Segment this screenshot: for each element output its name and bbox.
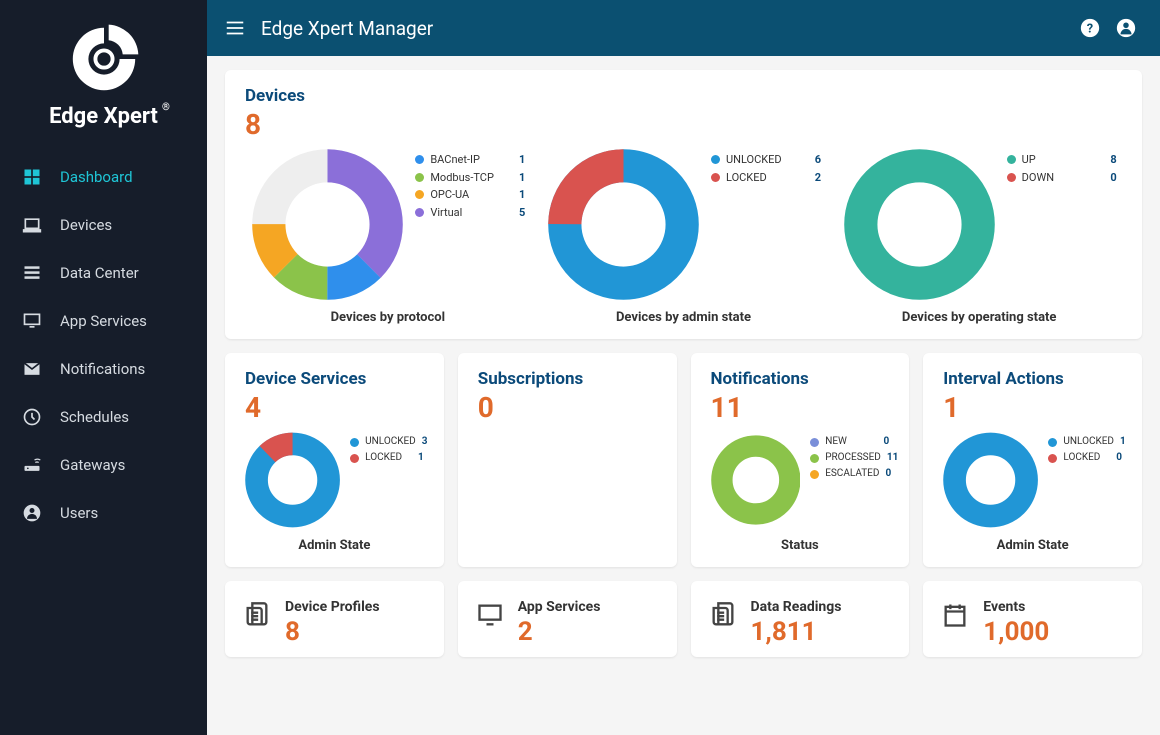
stat-cards-row: Device Profiles 8 App Services 2 Data Re…: [225, 581, 1142, 657]
sidebar-item-users[interactable]: Users: [0, 489, 207, 537]
card-total: 0: [478, 391, 657, 424]
sidebar-item-devices[interactable]: Devices: [0, 201, 207, 249]
subscriptions-card: Subscriptions 0: [458, 353, 677, 567]
sidebar-item-label: Dashboard: [60, 168, 185, 186]
brand-logo-icon: [65, 20, 143, 98]
sidebar-item-label: App Services: [60, 312, 185, 330]
calendar-icon: [941, 601, 969, 629]
account-icon: [1115, 17, 1137, 39]
stat-label: Data Readings: [751, 599, 842, 615]
user-icon: [22, 503, 42, 523]
legend: BACnet-IP1 Modbus-TCP1 OPC-UA1 Virtual5: [415, 147, 525, 221]
card-title: Subscriptions: [478, 369, 657, 389]
help-icon: ?: [1079, 17, 1101, 39]
stat-value: 1,811: [751, 617, 842, 647]
topbar: Edge Xpert Manager ?: [207, 0, 1160, 56]
card-total: 1: [943, 391, 1122, 424]
sidebar-item-label: Devices: [60, 216, 185, 234]
document-icon: [709, 601, 737, 629]
legend: UNLOCKED6 LOCKED2: [711, 147, 821, 186]
devices-total: 8: [245, 108, 1122, 141]
legend: UNLOCKED3 LOCKED1: [350, 430, 424, 466]
laptop-icon: [22, 215, 42, 235]
donut-icon: [250, 147, 405, 302]
brand: Edge Xpert®: [0, 0, 207, 147]
donut-icon: [546, 147, 701, 302]
main: Edge Xpert Manager ? Devices 8: [207, 0, 1160, 735]
chart-caption: Admin State: [943, 538, 1122, 553]
donut-icon: [711, 430, 801, 530]
card-title: Notifications: [711, 369, 890, 389]
sidebar-item-data-center[interactable]: Data Center: [0, 249, 207, 297]
hamburger-icon: [224, 17, 246, 39]
devices-card: Devices 8 BACnet-IP1: [225, 70, 1142, 339]
chart-caption: Devices by admin state: [616, 310, 751, 325]
sidebar-item-gateways[interactable]: Gateways: [0, 441, 207, 489]
sidebar-item-app-services[interactable]: App Services: [0, 297, 207, 345]
devices-by-protocol-chart: BACnet-IP1 Modbus-TCP1 OPC-UA1 Virtual5 …: [245, 147, 531, 325]
monitor-icon: [476, 601, 504, 629]
svg-text:?: ?: [1087, 22, 1093, 37]
sidebar-item-schedules[interactable]: Schedules: [0, 393, 207, 441]
sidebar-item-label: Users: [60, 504, 185, 522]
monitor-icon: [22, 311, 42, 331]
brand-name: Edge Xpert®: [49, 104, 158, 129]
legend: UNLOCKED1 LOCKED0: [1048, 430, 1122, 466]
legend: UP8 DOWN0: [1007, 147, 1117, 186]
sidebar-item-label: Notifications: [60, 360, 185, 378]
card-title: Device Services: [245, 369, 424, 389]
interval-actions-card: Interval Actions 1 UNLOCKED1 LOCKED0 Adm…: [923, 353, 1142, 567]
device-services-card: Device Services 4 UNLOCKED3 LOCKED1 Admi…: [225, 353, 444, 567]
chart-caption: Status: [711, 538, 890, 553]
legend: NEW0 PROCESSED11 ESCALATED0: [810, 430, 889, 482]
mail-icon: [22, 359, 42, 379]
sidebar-item-label: Schedules: [60, 408, 185, 426]
stat-label: App Services: [518, 599, 601, 615]
sidebar-item-label: Data Center: [60, 264, 185, 282]
menu-button[interactable]: [215, 8, 255, 48]
small-cards-row: Device Services 4 UNLOCKED3 LOCKED1 Admi…: [225, 353, 1142, 567]
sidebar-item-label: Gateways: [60, 456, 185, 474]
router-icon: [22, 455, 42, 475]
devices-title: Devices: [245, 86, 1122, 106]
chart-caption: Devices by operating state: [902, 310, 1057, 325]
stat-value: 8: [285, 617, 380, 647]
sidebar-item-dashboard[interactable]: Dashboard: [0, 153, 207, 201]
nav: Dashboard Devices Data Center App Servic…: [0, 147, 207, 537]
data-readings-stat: Data Readings 1,811: [691, 581, 910, 657]
notifications-card: Notifications 11 NEW0 PROCESSED11 ESCALA…: [691, 353, 910, 567]
stat-value: 1,000: [983, 617, 1049, 647]
dashboard-icon: [22, 167, 42, 187]
donut-icon: [842, 147, 997, 302]
devices-by-operating-state-chart: UP8 DOWN0 Devices by operating state: [836, 147, 1122, 325]
stat-value: 2: [518, 617, 601, 647]
stat-label: Events: [983, 599, 1049, 615]
devices-charts-row: BACnet-IP1 Modbus-TCP1 OPC-UA1 Virtual5 …: [245, 147, 1122, 325]
content: Devices 8 BACnet-IP1: [207, 56, 1160, 735]
help-button[interactable]: ?: [1072, 10, 1108, 46]
document-icon: [243, 601, 271, 629]
devices-by-admin-state-chart: UNLOCKED6 LOCKED2 Devices by admin state: [541, 147, 827, 325]
device-profiles-stat: Device Profiles 8: [225, 581, 444, 657]
card-total: 4: [245, 391, 424, 424]
app-services-stat: App Services 2: [458, 581, 677, 657]
stat-label: Device Profiles: [285, 599, 380, 615]
sidebar-item-notifications[interactable]: Notifications: [0, 345, 207, 393]
account-button[interactable]: [1108, 10, 1144, 46]
list-icon: [22, 263, 42, 283]
page-title: Edge Xpert Manager: [261, 17, 433, 40]
donut-icon: [943, 430, 1038, 530]
events-stat: Events 1,000: [923, 581, 1142, 657]
chart-caption: Admin State: [245, 538, 424, 553]
chart-caption: Devices by protocol: [331, 310, 445, 325]
donut-icon: [245, 430, 340, 530]
card-title: Interval Actions: [943, 369, 1122, 389]
sidebar: Edge Xpert® Dashboard Devices Data Cente…: [0, 0, 207, 735]
clock-icon: [22, 407, 42, 427]
card-total: 11: [711, 391, 890, 424]
